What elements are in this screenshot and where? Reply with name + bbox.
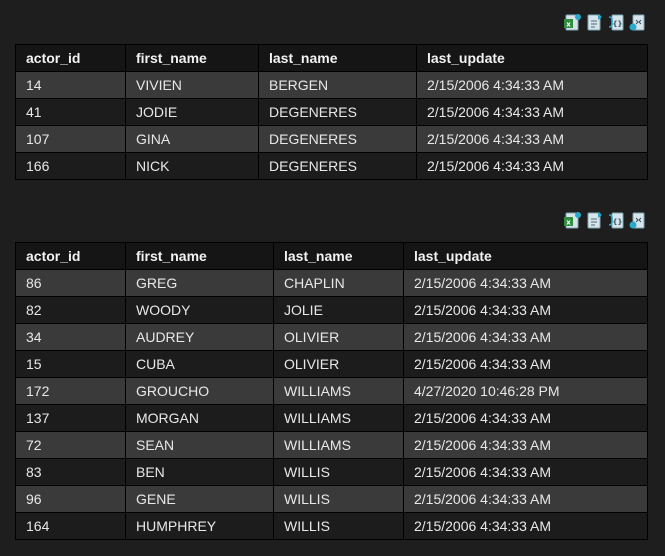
cell-last-update: 2/15/2006 4:34:33 AM [403, 323, 648, 351]
cell-actor-id: 83 [15, 458, 126, 486]
cell-last-name: CHAPLIN [273, 269, 404, 297]
cell-last-name: WILLIAMS [273, 404, 404, 432]
cell-last-update: 2/15/2006 4:34:33 AM [403, 458, 648, 486]
result-toolbar-2: x {} [15, 208, 648, 232]
export-xml-icon[interactable] [629, 211, 648, 230]
cell-last-update: 2/15/2006 4:34:33 AM [403, 485, 648, 513]
cell-first-name: WOODY [125, 296, 274, 324]
cell-last-update: 2/15/2006 4:34:33 AM [416, 98, 648, 126]
export-xml-icon[interactable] [629, 13, 648, 32]
export-csv-icon[interactable] [585, 13, 604, 32]
cell-last-update: 2/15/2006 4:34:33 AM [416, 152, 648, 180]
export-csv-icon[interactable] [585, 211, 604, 230]
column-header-first-name[interactable]: first_name [125, 242, 274, 270]
cell-first-name: GREG [125, 269, 274, 297]
cell-actor-id: 107 [15, 125, 126, 153]
table-row[interactable]: 82 WOODY JOLIE 2/15/2006 4:34:33 AM [15, 296, 648, 324]
table-row[interactable]: 72 SEAN WILLIAMS 2/15/2006 4:34:33 AM [15, 431, 648, 459]
table-row[interactable]: 166 NICK DEGENERES 2/15/2006 4:34:33 AM [15, 152, 648, 180]
cell-last-name: WILLIS [273, 485, 404, 513]
cell-first-name: GENE [125, 485, 274, 513]
result-section-1: x {} actor_id first_name last_name last_… [15, 10, 648, 180]
cell-actor-id: 86 [15, 269, 126, 297]
cell-first-name: GINA [125, 125, 259, 153]
cell-first-name: CUBA [125, 350, 274, 378]
table-row[interactable]: 15 CUBA OLIVIER 2/15/2006 4:34:33 AM [15, 350, 648, 378]
cell-last-update: 4/27/2020 10:46:28 PM [403, 377, 648, 405]
table-row[interactable]: 96 GENE WILLIS 2/15/2006 4:34:33 AM [15, 485, 648, 513]
result-toolbar-1: x {} [15, 10, 648, 34]
table-row[interactable]: 83 BEN WILLIS 2/15/2006 4:34:33 AM [15, 458, 648, 486]
export-json-icon[interactable]: {} [607, 13, 626, 32]
export-excel-icon[interactable]: x [563, 13, 582, 32]
cell-last-update: 2/15/2006 4:34:33 AM [416, 71, 648, 99]
column-header-last-update[interactable]: last_update [416, 44, 648, 72]
cell-actor-id: 166 [15, 152, 126, 180]
export-json-icon[interactable]: {} [607, 211, 626, 230]
cell-last-name: WILLIS [273, 458, 404, 486]
cell-last-update: 2/15/2006 4:34:33 AM [403, 269, 648, 297]
svg-text:{}: {} [613, 20, 623, 28]
cell-last-name: DEGENERES [258, 152, 417, 180]
cell-first-name: HUMPHREY [125, 512, 274, 540]
column-header-last-name[interactable]: last_name [273, 242, 404, 270]
cell-last-name: DEGENERES [258, 98, 417, 126]
cell-last-update: 2/15/2006 4:34:33 AM [403, 404, 648, 432]
svg-text:x: x [566, 20, 571, 28]
cell-actor-id: 15 [15, 350, 126, 378]
cell-last-name: DEGENERES [258, 125, 417, 153]
cell-actor-id: 41 [15, 98, 126, 126]
svg-text:{}: {} [613, 218, 623, 226]
cell-actor-id: 164 [15, 512, 126, 540]
column-header-last-update[interactable]: last_update [403, 242, 648, 270]
cell-last-update: 2/15/2006 4:34:33 AM [403, 512, 648, 540]
cell-first-name: BEN [125, 458, 274, 486]
cell-last-name: BERGEN [258, 71, 417, 99]
table-row[interactable]: 137 MORGAN WILLIAMS 2/15/2006 4:34:33 AM [15, 404, 648, 432]
table-row[interactable]: 107 GINA DEGENERES 2/15/2006 4:34:33 AM [15, 125, 648, 153]
cell-actor-id: 72 [15, 431, 126, 459]
cell-first-name: AUDREY [125, 323, 274, 351]
cell-last-name: WILLIAMS [273, 431, 404, 459]
cell-first-name: GROUCHO [125, 377, 274, 405]
results-table-2: actor_id first_name last_name last_updat… [15, 242, 648, 540]
cell-last-name: WILLIAMS [273, 377, 404, 405]
table-row[interactable]: 14 VIVIEN BERGEN 2/15/2006 4:34:33 AM [15, 71, 648, 99]
cell-last-update: 2/15/2006 4:34:33 AM [403, 431, 648, 459]
table-header-row: actor_id first_name last_name last_updat… [15, 242, 648, 270]
table-row[interactable]: 172 GROUCHO WILLIAMS 4/27/2020 10:46:28 … [15, 377, 648, 405]
table-row[interactable]: 86 GREG CHAPLIN 2/15/2006 4:34:33 AM [15, 269, 648, 297]
cell-last-name: OLIVIER [273, 323, 404, 351]
table-row[interactable]: 41 JODIE DEGENERES 2/15/2006 4:34:33 AM [15, 98, 648, 126]
cell-actor-id: 34 [15, 323, 126, 351]
table-header-row: actor_id first_name last_name last_updat… [15, 44, 648, 72]
cell-first-name: VIVIEN [125, 71, 259, 99]
cell-first-name: NICK [125, 152, 259, 180]
cell-first-name: MORGAN [125, 404, 274, 432]
cell-first-name: JODIE [125, 98, 259, 126]
cell-last-update: 2/15/2006 4:34:33 AM [403, 350, 648, 378]
table-row[interactable]: 164 HUMPHREY WILLIS 2/15/2006 4:34:33 AM [15, 512, 648, 540]
column-header-actor-id[interactable]: actor_id [15, 242, 126, 270]
column-header-actor-id[interactable]: actor_id [15, 44, 126, 72]
table-row[interactable]: 34 AUDREY OLIVIER 2/15/2006 4:34:33 AM [15, 323, 648, 351]
cell-last-name: OLIVIER [273, 350, 404, 378]
results-table-1: actor_id first_name last_name last_updat… [15, 44, 648, 180]
cell-actor-id: 96 [15, 485, 126, 513]
result-section-2: x {} actor_id first_name last_name last_… [15, 208, 648, 540]
cell-actor-id: 82 [15, 296, 126, 324]
column-header-first-name[interactable]: first_name [125, 44, 259, 72]
cell-last-name: WILLIS [273, 512, 404, 540]
svg-text:x: x [566, 218, 571, 226]
cell-actor-id: 172 [15, 377, 126, 405]
cell-actor-id: 14 [15, 71, 126, 99]
export-excel-icon[interactable]: x [563, 211, 582, 230]
cell-last-name: JOLIE [273, 296, 404, 324]
cell-first-name: SEAN [125, 431, 274, 459]
cell-actor-id: 137 [15, 404, 126, 432]
cell-last-update: 2/15/2006 4:34:33 AM [403, 296, 648, 324]
cell-last-update: 2/15/2006 4:34:33 AM [416, 125, 648, 153]
column-header-last-name[interactable]: last_name [258, 44, 417, 72]
